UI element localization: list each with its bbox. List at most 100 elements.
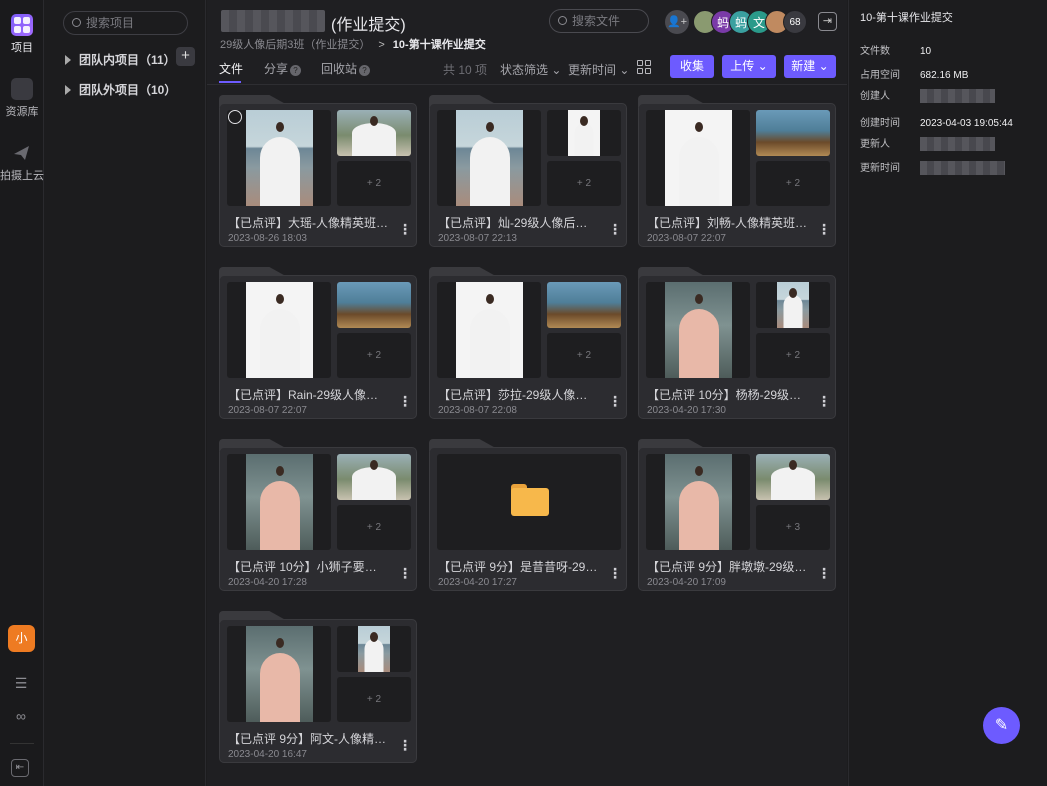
- folder-title[interactable]: 【已点评 10分】杨杨-29级人像...: [647, 386, 807, 403]
- collect-button[interactable]: 收集: [670, 55, 714, 78]
- search-icon: [558, 16, 567, 25]
- folder-date: 2023-08-07 22:07: [647, 233, 726, 244]
- more-count: + 2: [337, 505, 411, 550]
- redacted-value: [920, 137, 995, 152]
- more-options-icon[interactable]: ⋮: [608, 394, 622, 408]
- rail-divider: [10, 743, 34, 744]
- file-search-input[interactable]: 搜索文件: [549, 9, 649, 33]
- add-project-button[interactable]: +: [176, 47, 195, 66]
- more-options-icon[interactable]: ⋮: [608, 222, 622, 236]
- folder-title[interactable]: 【已点评 9分】胖墩墩-29级人...: [647, 558, 807, 575]
- member-count-badge[interactable]: 68: [783, 10, 807, 34]
- folder-card[interactable]: + 2 【已点评 10分】杨杨-29级人像... 2023-04-20 17:30 ⋮: [638, 267, 836, 419]
- breadcrumb: 29级人像后期3班（作业提交） >10-第十课作业提交: [220, 36, 486, 52]
- breadcrumb-parent[interactable]: 29级人像后期3班（作业提交）: [220, 39, 370, 51]
- folder-card[interactable]: + 2 【已点评】莎拉-29级人像后期-... 2023-08-07 22:08 ⋮: [429, 267, 627, 419]
- folder-card[interactable]: + 2 【已点评 9分】阿文-人像精英班... 2023-04-20 16:47 ⋮: [219, 611, 417, 763]
- tab-recycle-bin[interactable]: 回收站?: [321, 60, 371, 77]
- status-filter-dropdown[interactable]: 状态筛选 ⌄: [500, 61, 561, 78]
- photo-thumbnail: [665, 454, 732, 550]
- folder-title[interactable]: 【已点评】大瑶-人像精英班第2...: [228, 214, 388, 231]
- rail-label: 项目: [11, 42, 33, 54]
- grid-view-icon[interactable]: [637, 60, 651, 74]
- more-options-icon[interactable]: ⋮: [817, 566, 831, 580]
- tab-share[interactable]: 分享?: [264, 60, 302, 77]
- notes-icon[interactable]: ☰: [12, 674, 30, 692]
- photo-thumbnail: [665, 110, 732, 206]
- folder-date: 2023-04-20 17:27: [438, 577, 517, 588]
- photo-thumbnail: [568, 110, 600, 156]
- folder-card-body: 【已点评 9分】是昔昔呀-29人... 2023-04-20 17:27 ⋮: [429, 447, 627, 591]
- rail-item-library[interactable]: 资源库: [0, 78, 44, 119]
- item-count: 共 10 项: [443, 63, 488, 77]
- new-button[interactable]: 新建 ⌄: [784, 55, 836, 78]
- folder-card[interactable]: + 2 【已点评】刘畅-人像精英班29... 2023-08-07 22:07 ⋮: [638, 95, 836, 247]
- main-thumbnail: [227, 626, 331, 722]
- folder-card[interactable]: + 2 【已点评 10分】小狮子要发威-... 2023-04-20 17:28 ⋮: [219, 439, 417, 591]
- detail-storage: 占用空间 682.16 MB: [860, 70, 969, 81]
- photo-thumbnail: [246, 110, 313, 206]
- folder-title[interactable]: 【已点评】灿-29级人像后期-第...: [438, 214, 598, 231]
- user-avatar[interactable]: 小: [8, 625, 35, 652]
- upload-button[interactable]: 上传 ⌄: [722, 55, 776, 78]
- rail-item-cloud-shoot[interactable]: 拍摄上云: [0, 142, 44, 183]
- main-content: (作业提交) 29级人像后期3班（作业提交） >10-第十课作业提交 搜索文件 👤…: [207, 0, 847, 786]
- detail-created-at: 创建时间 2023-04-03 19:05:44: [860, 118, 1013, 129]
- folder-card[interactable]: 【已点评 9分】是昔昔呀-29人... 2023-04-20 17:27 ⋮: [429, 439, 627, 591]
- folder-title[interactable]: 【已点评】刘畅-人像精英班29...: [647, 214, 807, 231]
- more-options-icon[interactable]: ⋮: [817, 394, 831, 408]
- side-thumbnail: [756, 110, 830, 156]
- tree-item-team-internal[interactable]: 团队内项目（11）: [65, 51, 176, 68]
- exit-icon[interactable]: ⇥: [818, 12, 837, 31]
- more-options-icon[interactable]: ⋮: [398, 566, 412, 580]
- photo-thumbnail: [337, 282, 411, 328]
- tab-label: 文件: [219, 62, 244, 76]
- project-name-redacted: [221, 10, 325, 32]
- folder-title[interactable]: 【已点评 9分】是昔昔呀-29人...: [438, 558, 598, 575]
- feedback-icon[interactable]: ✎: [983, 707, 1020, 744]
- select-checkbox[interactable]: [228, 110, 242, 124]
- toolbar-divider: [207, 84, 847, 85]
- folder-card[interactable]: + 2 【已点评】大瑶-人像精英班第2... 2023-08-26 18:03 ⋮: [219, 95, 417, 247]
- folder-card-body: + 2 【已点评 9分】阿文-人像精英班... 2023-04-20 16:47 ⋮: [219, 619, 417, 763]
- more-options-icon[interactable]: ⋮: [398, 738, 412, 752]
- folder-date: 2023-08-07 22:07: [228, 405, 307, 416]
- breadcrumb-current: 10-第十课作业提交: [392, 39, 486, 51]
- redacted-value: [920, 161, 1005, 176]
- link-icon[interactable]: ∞: [12, 707, 30, 725]
- collapse-sidebar-icon[interactable]: ⇤: [11, 759, 29, 777]
- left-rail: 项目 资源库 拍摄上云 小 ☰ ∞ ⇤: [0, 0, 44, 786]
- main-thumbnail: [646, 110, 750, 206]
- caret-right-icon: [65, 55, 71, 65]
- page-title: (作业提交): [331, 17, 406, 34]
- add-member-icon[interactable]: 👤+: [665, 10, 689, 34]
- rail-item-projects[interactable]: 项目: [0, 14, 44, 55]
- main-thumbnail: [227, 282, 331, 378]
- folder-title[interactable]: 【已点评】莎拉-29级人像后期-...: [438, 386, 598, 403]
- folder-card-body: + 3 【已点评 9分】胖墩墩-29级人... 2023-04-20 17:09 ⋮: [638, 447, 836, 591]
- main-thumbnail: [227, 454, 331, 550]
- photo-thumbnail: [777, 282, 809, 328]
- folder-card[interactable]: + 3 【已点评 9分】胖墩墩-29级人... 2023-04-20 17:09 ⋮: [638, 439, 836, 591]
- more-options-icon[interactable]: ⋮: [608, 566, 622, 580]
- library-icon: [11, 78, 33, 100]
- photo-thumbnail: [337, 110, 411, 156]
- more-count: + 3: [756, 505, 830, 550]
- tab-files[interactable]: 文件: [219, 60, 243, 77]
- project-search-placeholder: 搜索项目: [86, 16, 135, 30]
- details-panel: 10-第十课作业提交 文件数 10 占用空间 682.16 MB 创建人 创建时间 2…: [848, 0, 1047, 786]
- folder-card[interactable]: + 2 【已点评】Rain-29级人像后期-... 2023-08-07 22:07…: [219, 267, 417, 419]
- more-options-icon[interactable]: ⋮: [398, 394, 412, 408]
- folder-preview: [437, 454, 621, 550]
- more-options-icon[interactable]: ⋮: [398, 222, 412, 236]
- folder-title[interactable]: 【已点评 10分】小狮子要发威-...: [228, 558, 388, 575]
- folder-date: 2023-08-07 22:13: [438, 233, 517, 244]
- tree-item-team-external[interactable]: 团队外项目（10）: [65, 81, 176, 98]
- folder-card[interactable]: + 2 【已点评】灿-29级人像后期-第... 2023-08-07 22:13 ⋮: [429, 95, 627, 247]
- projects-icon: [11, 14, 33, 36]
- folder-title[interactable]: 【已点评】Rain-29级人像后期-...: [228, 386, 388, 403]
- sort-dropdown[interactable]: 更新时间 ⌄: [568, 61, 629, 78]
- more-options-icon[interactable]: ⋮: [817, 222, 831, 236]
- folder-title[interactable]: 【已点评 9分】阿文-人像精英班...: [228, 730, 388, 747]
- project-search-input[interactable]: 搜索项目: [63, 11, 188, 35]
